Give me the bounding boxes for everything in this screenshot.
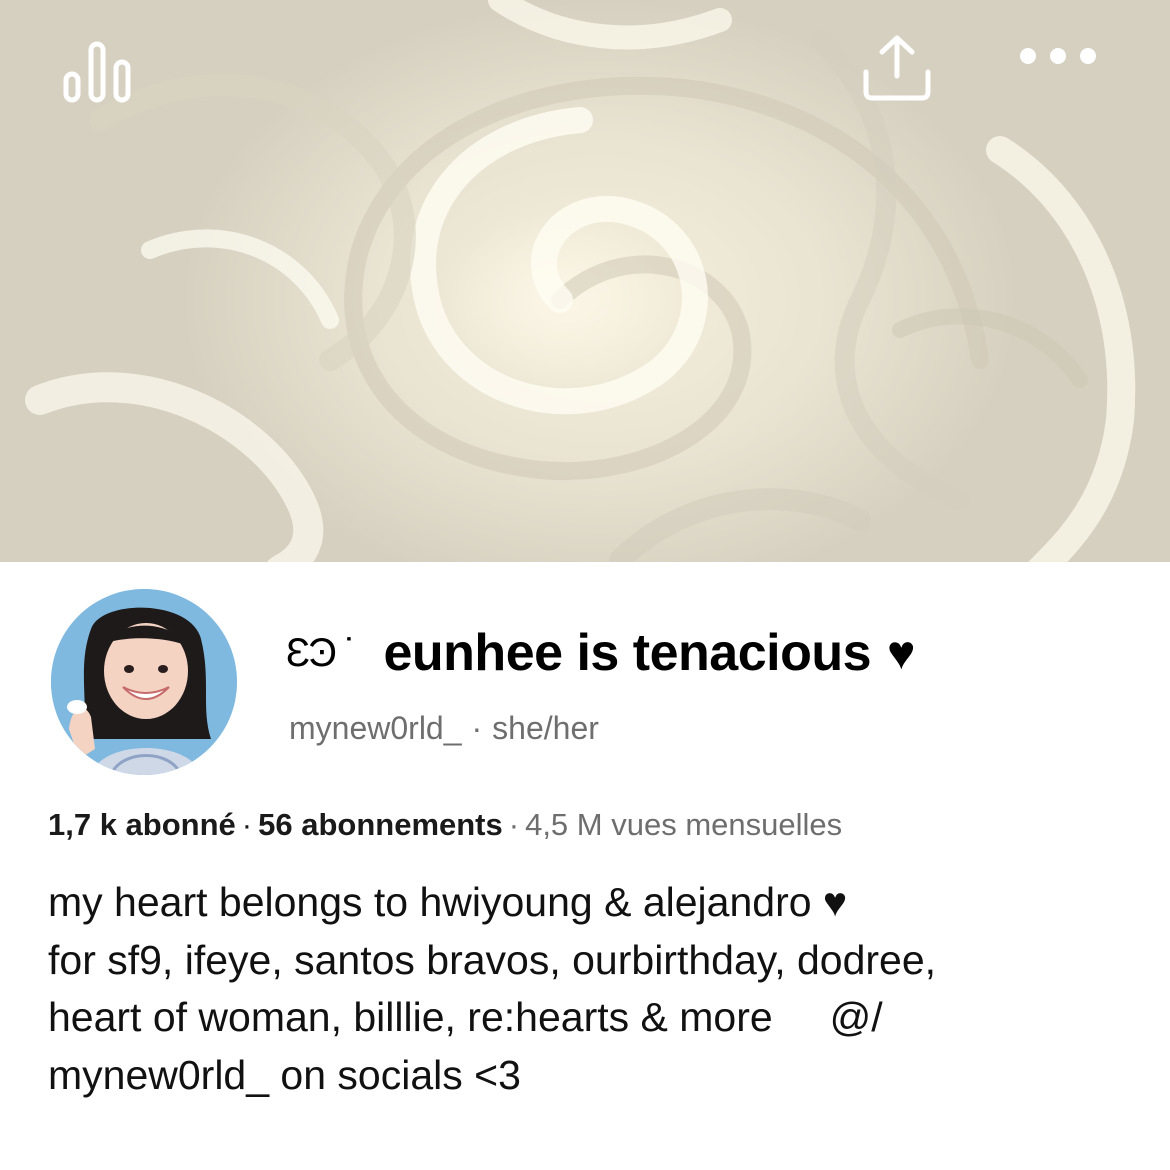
separator-dot: ·	[471, 710, 483, 746]
share-upload-icon	[863, 35, 931, 101]
bio-line: my heart belongs to hwiyoung & alejandro…	[48, 879, 848, 925]
more-options-button[interactable]	[1018, 46, 1108, 102]
following-count[interactable]: 56 abonnements	[258, 807, 503, 842]
display-name-text: eunhee is tenacious	[383, 624, 872, 682]
bio-line: mynew0rld_ on socials <3	[48, 1051, 521, 1098]
username: mynew0rld_	[289, 710, 462, 746]
name-decoration: ƐϿ ˙	[286, 630, 357, 675]
monthly-views: 4,5 M vues mensuelles	[525, 807, 843, 842]
heart-icon: ♥	[887, 626, 916, 680]
stats-separator: ·	[241, 807, 253, 842]
avatar-photo	[51, 589, 237, 775]
followers-count[interactable]: 1,7 k abonné	[48, 807, 236, 842]
bio-line: for sf9, ifeye, santos bravos, ourbirthd…	[48, 936, 937, 983]
more-horizontal-icon	[1020, 48, 1096, 64]
profile-bio: my heart belongs to hwiyoung & alejandro…	[48, 874, 1138, 1104]
whipped-cream-swirl	[25, 0, 1136, 562]
profile-display-name: ƐϿ ˙ eunhee is tenacious ♥	[286, 620, 916, 686]
share-button[interactable]	[860, 32, 952, 116]
profile-handle-line: mynew0rld_ · she/her	[289, 710, 599, 747]
bio-line: heart of woman, billlie, re:hearts & mor…	[48, 994, 883, 1040]
stats-button[interactable]	[62, 40, 154, 120]
profile-cover-image	[0, 0, 1170, 562]
stats-separator: ·	[508, 807, 520, 842]
bar-chart-icon	[63, 41, 131, 103]
profile-avatar[interactable]	[51, 589, 237, 775]
pronouns: she/her	[492, 710, 599, 746]
profile-stats: 1,7 k abonné · 56 abonnements · 4,5 M vues m…	[48, 807, 842, 843]
